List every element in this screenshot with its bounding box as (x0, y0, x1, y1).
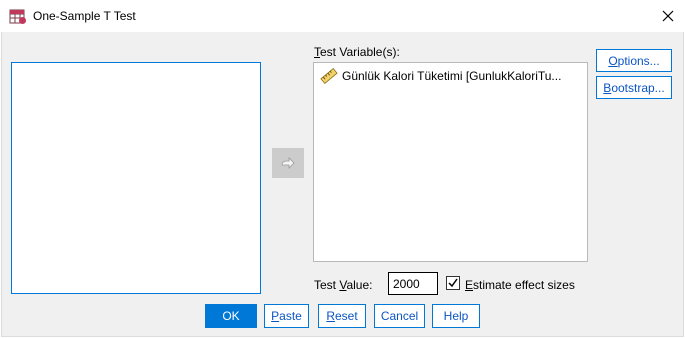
title-bar: One-Sample T Test (0, 0, 685, 32)
arrow-right-icon (281, 157, 295, 169)
estimate-effect-sizes-label[interactable]: Estimate effect sizes (465, 278, 575, 292)
window-title: One-Sample T Test (33, 9, 136, 23)
test-value-label: Test Value: (314, 278, 373, 292)
list-item[interactable]: Günlük Kalori Tüketimi [GunlukKaloriTu..… (320, 68, 561, 84)
options-button[interactable]: Options... (596, 49, 672, 72)
test-value-input[interactable] (388, 272, 438, 295)
help-button[interactable]: Help (432, 304, 480, 328)
estimate-effect-sizes-checkbox[interactable] (446, 276, 460, 290)
checkmark-icon (448, 278, 458, 288)
close-icon (662, 10, 674, 22)
test-variables-list[interactable]: Günlük Kalori Tüketimi [GunlukKaloriTu..… (313, 62, 588, 262)
test-variables-label: Test Variable(s): (314, 45, 400, 59)
paste-button[interactable]: Paste (264, 304, 309, 328)
variable-label: Günlük Kalori Tüketimi [GunlukKaloriTu..… (342, 69, 562, 83)
spss-app-icon (9, 9, 26, 24)
reset-button[interactable]: Reset (318, 304, 366, 328)
close-button[interactable] (651, 0, 685, 32)
bootstrap-button[interactable]: Bootstrap... (596, 76, 672, 99)
source-variable-list[interactable] (11, 62, 261, 294)
ok-button[interactable]: OK (205, 304, 257, 328)
scale-variable-icon (320, 68, 338, 84)
move-variable-button[interactable] (272, 148, 304, 178)
cancel-button[interactable]: Cancel (374, 304, 425, 328)
